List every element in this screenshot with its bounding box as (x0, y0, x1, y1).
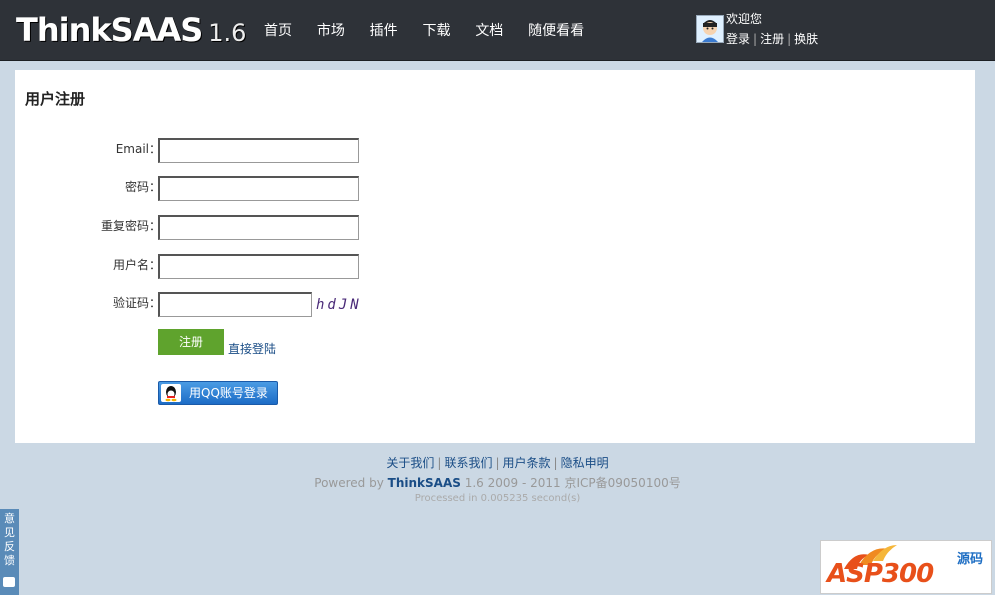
qq-login-label: 用QQ账号登录 (189, 386, 268, 400)
nav-home[interactable]: 首页 (264, 20, 292, 40)
separator: | (787, 32, 792, 46)
separator: | (553, 456, 558, 470)
register-button[interactable]: 注册 (158, 329, 224, 355)
nav-market[interactable]: 市场 (317, 20, 345, 40)
register-panel: 用户注册 Email： 密码： 重复密码： 用户名： 验证码： hdJN 注册 … (15, 70, 975, 443)
captcha-image[interactable]: hdJN (316, 294, 374, 316)
powered-brand-link[interactable]: ThinkSAAS (388, 476, 461, 490)
powered-suffix: 1.6 2009 - 2011 京ICP备09050100号 (464, 476, 681, 490)
repeat-password-label: 重复密码： (100, 219, 161, 233)
top-header: ThinkSAAS 1.6 首页 市场 插件 下载 文档 随便看看 欢迎您 登录 |… (0, 0, 995, 61)
password-row: 密码： (15, 176, 515, 202)
username-row: 用户名： (15, 254, 515, 280)
avatar (696, 15, 724, 43)
footer-links: 关于我们 | 联系我们 | 用户条款 | 隐私申明 (0, 454, 995, 471)
logo-text: ThinkSAAS (16, 11, 203, 49)
email-label: Email： (115, 142, 161, 156)
email-row: Email： (15, 138, 515, 164)
processed-time: Processed in 0.005235 second(s) (414, 493, 581, 504)
chat-bubble-icon (3, 577, 15, 587)
password-field[interactable] (158, 176, 359, 201)
powered-prefix: Powered by (314, 476, 384, 490)
email-field[interactable] (158, 138, 359, 163)
main-nav: 首页 市场 插件 下载 文档 随便看看 (264, 20, 605, 40)
feedback-label: 意见反馈 (4, 512, 15, 567)
footer-privacy[interactable]: 隐私申明 (561, 456, 609, 470)
watermark-main: ASP300 (827, 559, 934, 589)
footer: 关于我们 | 联系我们 | 用户条款 | 隐私申明 Powered by ThinkSAAS… (0, 454, 995, 504)
separator: | (495, 456, 500, 470)
welcome-text: 欢迎您 (726, 12, 763, 26)
skin-link[interactable]: 换肤 (794, 32, 818, 46)
password-label: 密码： (124, 180, 161, 194)
feedback-tab[interactable]: 意见反馈 (0, 509, 19, 595)
watermark-sub: 源码 (957, 552, 984, 567)
nav-docs[interactable]: 文档 (475, 20, 503, 40)
nav-plugins[interactable]: 插件 (370, 20, 398, 40)
username-field[interactable] (158, 254, 359, 279)
user-avatar-icon (697, 16, 723, 42)
nav-download[interactable]: 下载 (422, 20, 450, 40)
repeat-password-field[interactable] (158, 215, 359, 240)
login-link[interactable]: 登录 (726, 32, 750, 46)
site-logo[interactable]: ThinkSAAS 1.6 (16, 10, 246, 50)
logo-version: 1.6 (208, 19, 247, 47)
footer-terms[interactable]: 用户条款 (503, 456, 551, 470)
nav-random[interactable]: 随便看看 (528, 20, 584, 40)
register-link[interactable]: 注册 (760, 32, 784, 46)
footer-contact[interactable]: 联系我们 (444, 456, 492, 470)
repeat-password-row: 重复密码： (15, 215, 515, 241)
username-label: 用户名： (112, 258, 161, 272)
separator: | (437, 456, 442, 470)
qq-icon (161, 384, 181, 402)
qq-login-button[interactable]: 用QQ账号登录 (158, 381, 278, 405)
captcha-label: 验证码： (112, 296, 161, 310)
captcha-row: 验证码： hdJN (15, 292, 515, 318)
separator: | (753, 32, 758, 46)
watermark-logo: ASP300 源码 (820, 540, 992, 594)
captcha-field[interactable] (158, 292, 312, 317)
powered-by: Powered by ThinkSAAS 1.6 2009 - 2011 京IC… (0, 474, 995, 491)
footer-about[interactable]: 关于我们 (386, 456, 434, 470)
user-links: 登录 | 注册 | 换肤 (726, 30, 818, 47)
page-title: 用户注册 (25, 90, 86, 108)
direct-login-link[interactable]: 直接登陆 (228, 340, 276, 357)
